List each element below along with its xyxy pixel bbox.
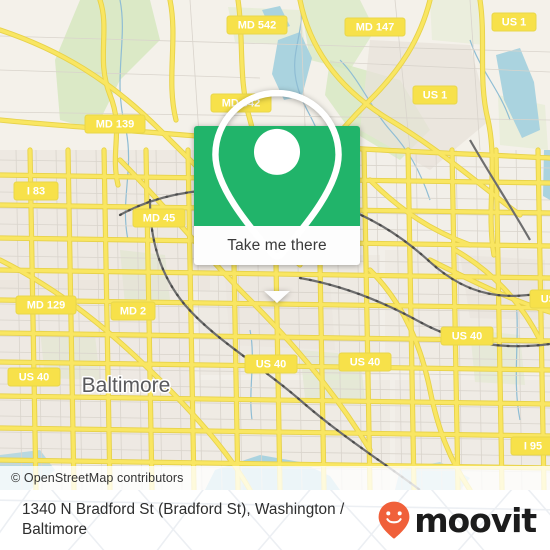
road-shield: MD 139 <box>84 114 146 134</box>
moovit-logo: moovit <box>377 500 537 540</box>
map-pin-icon <box>212 89 342 260</box>
road-shield: US 1 <box>491 12 537 32</box>
footer-bar: 1340 N Bradford St (Bradford St), Washin… <box>0 490 550 550</box>
take-me-there-label: Take me there <box>227 236 327 254</box>
road-shield-label: MD 147 <box>356 21 395 33</box>
road-shield-label: US 1 <box>502 16 526 28</box>
road-shield-label: US 40 <box>19 371 50 383</box>
road-shield: US 40 <box>440 326 494 346</box>
attribution-text: © OpenStreetMap contributors <box>11 471 184 485</box>
road-shield: US 1 <box>412 85 458 105</box>
road-shield-label: I 95 <box>524 440 542 452</box>
moovit-wordmark: moovit <box>414 500 537 540</box>
road-shield: I 95 <box>510 436 550 456</box>
road-shield: I 83 <box>13 181 59 201</box>
road-shield-label: MD 139 <box>96 118 135 130</box>
map-canvas[interactable]: Baltimore MD 542 MD 147 US 1 MD 542 US 1 MD 1… <box>0 0 550 490</box>
road-shield-label: I 83 <box>27 185 45 197</box>
road-shield: US 40 <box>7 367 61 387</box>
road-shield: MD 129 <box>15 295 77 315</box>
road-shield: MD 45 <box>132 208 186 228</box>
road-shield-label: US 40 <box>541 293 550 305</box>
road-shield: MD 2 <box>110 301 156 321</box>
location-callout-card[interactable]: Take me there <box>194 89 360 303</box>
callout-pin-area <box>194 89 360 260</box>
road-shield-label: MD 129 <box>27 299 66 311</box>
map-city-label: Baltimore <box>82 374 171 397</box>
callout-tail <box>264 291 290 303</box>
moovit-smiley-pin-icon <box>378 501 410 539</box>
road-shield-label: MD 45 <box>143 212 175 224</box>
moovit-location-card: Baltimore MD 542 MD 147 US 1 MD 542 US 1 MD 1… <box>0 0 550 550</box>
road-shield-label: US 40 <box>452 330 483 342</box>
address-label: 1340 N Bradford St (Bradford St), Washin… <box>22 500 345 538</box>
road-shield-label: US 1 <box>423 89 447 101</box>
road-shield-label: MD 2 <box>120 305 146 317</box>
map-attribution: © OpenStreetMap contributors <box>0 466 550 490</box>
road-shield: US 40 <box>529 289 550 309</box>
